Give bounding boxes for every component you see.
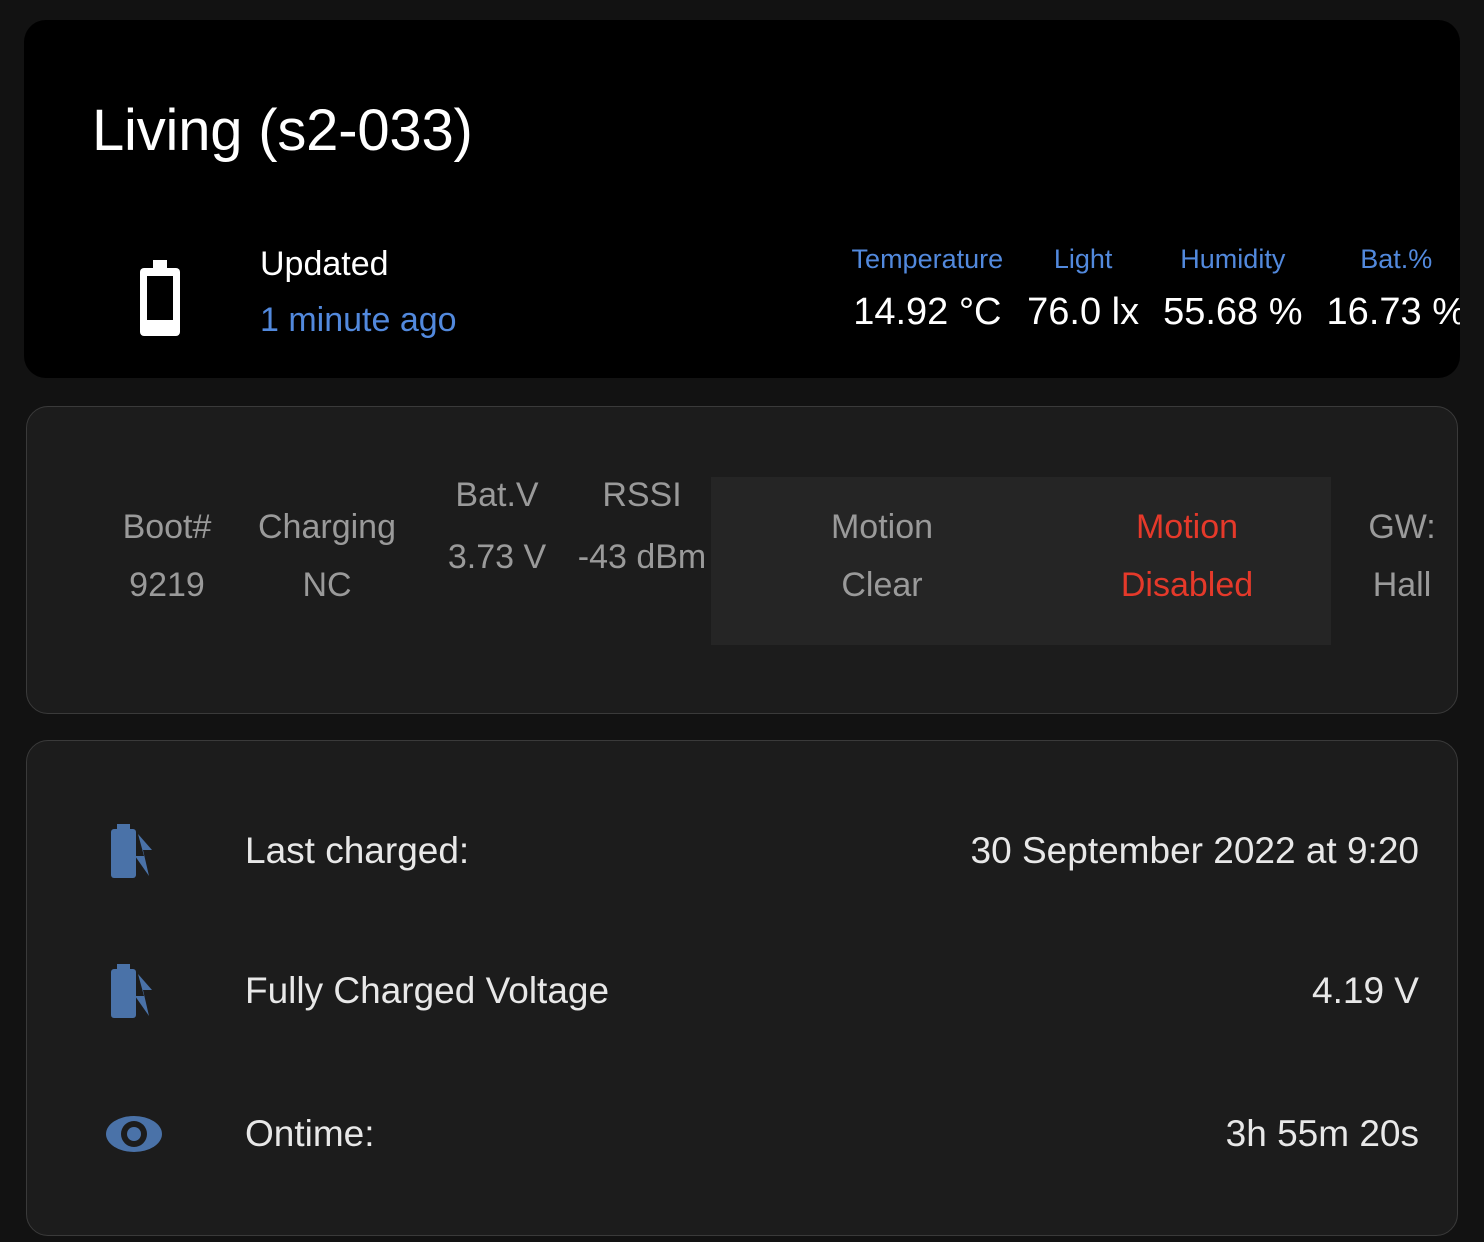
device-summary-card[interactable]: Living (s2-033) Updated 1 minute ago Tem… [24, 20, 1460, 378]
metric-value: 55.68 % [1163, 291, 1303, 333]
updated-block: Updated 1 minute ago [260, 242, 457, 342]
metric-value: 16.73 % [1326, 291, 1460, 333]
metric-humidity[interactable]: Humidity 55.68 % [1163, 242, 1302, 336]
metric-label: Temperature [851, 244, 1004, 274]
stat-motion-state[interactable]: Motion Clear [757, 505, 1007, 607]
detail-value: 30 September 2022 at 9:20 [970, 830, 1419, 871]
metric-light[interactable]: Light 76.0 lx [1027, 242, 1139, 336]
metric-list: Temperature 14.92 °C Light 76.0 lx Humid… [714, 242, 1460, 336]
stat-label: Boot# [122, 508, 212, 546]
stat-value: Clear [841, 566, 923, 604]
metric-label: Humidity [1180, 244, 1286, 274]
updated-timestamp[interactable]: 1 minute ago [260, 298, 457, 342]
stat-label: Motion [1135, 508, 1239, 546]
metric-value: 76.0 lx [1027, 291, 1140, 333]
page-title: Living (s2-033) [92, 98, 473, 163]
detail-value: 3h 55m 20s [1225, 1113, 1419, 1154]
stat-label: Charging [258, 508, 396, 546]
metric-label: Light [1053, 244, 1113, 274]
updated-label: Updated [260, 245, 389, 283]
device-details-card[interactable]: Last charged: 30 September 2022 at 9:20 … [26, 740, 1458, 1236]
stat-charging[interactable]: Charging NC [227, 505, 427, 607]
stat-label: Motion [830, 508, 934, 546]
detail-label: Ontime: [245, 1113, 375, 1154]
metric-label: Bat.% [1360, 244, 1433, 274]
battery-low-icon [129, 258, 191, 338]
device-status-card[interactable]: Boot# 9219 Charging NC Bat.V 3.73 V RSSI… [26, 406, 1458, 714]
list-item[interactable]: Last charged: 30 September 2022 at 9:20 [27, 801, 1457, 901]
stat-gateway[interactable]: GW: Hall [1337, 505, 1467, 607]
battery-charging-icon [103, 960, 165, 1022]
metric-value: 14.92 °C [853, 291, 1002, 333]
metric-battery-percent[interactable]: Bat.% 16.73 % [1327, 242, 1460, 336]
detail-value: 4.19 V [1312, 970, 1419, 1011]
stat-value: -43 dBm [577, 538, 707, 576]
stat-label: RSSI [602, 476, 682, 514]
detail-label: Last charged: [245, 830, 470, 871]
stat-label: Bat.V [455, 476, 539, 514]
status-row: Boot# 9219 Charging NC Bat.V 3.73 V RSSI… [27, 407, 1457, 713]
stat-value: 9219 [129, 566, 205, 604]
stat-motion-enabled[interactable]: Motion Disabled [1057, 505, 1317, 607]
stat-rssi[interactable]: RSSI -43 dBm [572, 473, 712, 583]
stat-value: NC [302, 566, 352, 604]
list-item[interactable]: Ontime: 3h 55m 20s [27, 1084, 1457, 1184]
detail-label: Fully Charged Voltage [245, 970, 610, 1011]
stat-label: GW: [1368, 508, 1436, 546]
stat-value: 3.73 V [447, 538, 547, 576]
eye-icon [103, 1103, 165, 1165]
stat-battery-voltage[interactable]: Bat.V 3.73 V [427, 473, 567, 583]
stat-value: Disabled [1120, 566, 1254, 604]
list-item[interactable]: Fully Charged Voltage 4.19 V [27, 941, 1457, 1041]
device-detail-page: Living (s2-033) Updated 1 minute ago Tem… [0, 0, 1484, 1242]
stat-value: Hall [1372, 566, 1432, 604]
stat-boot-count[interactable]: Boot# 9219 [87, 505, 247, 607]
battery-charging-icon [103, 820, 165, 882]
metric-temperature[interactable]: Temperature 14.92 °C [852, 242, 1004, 336]
